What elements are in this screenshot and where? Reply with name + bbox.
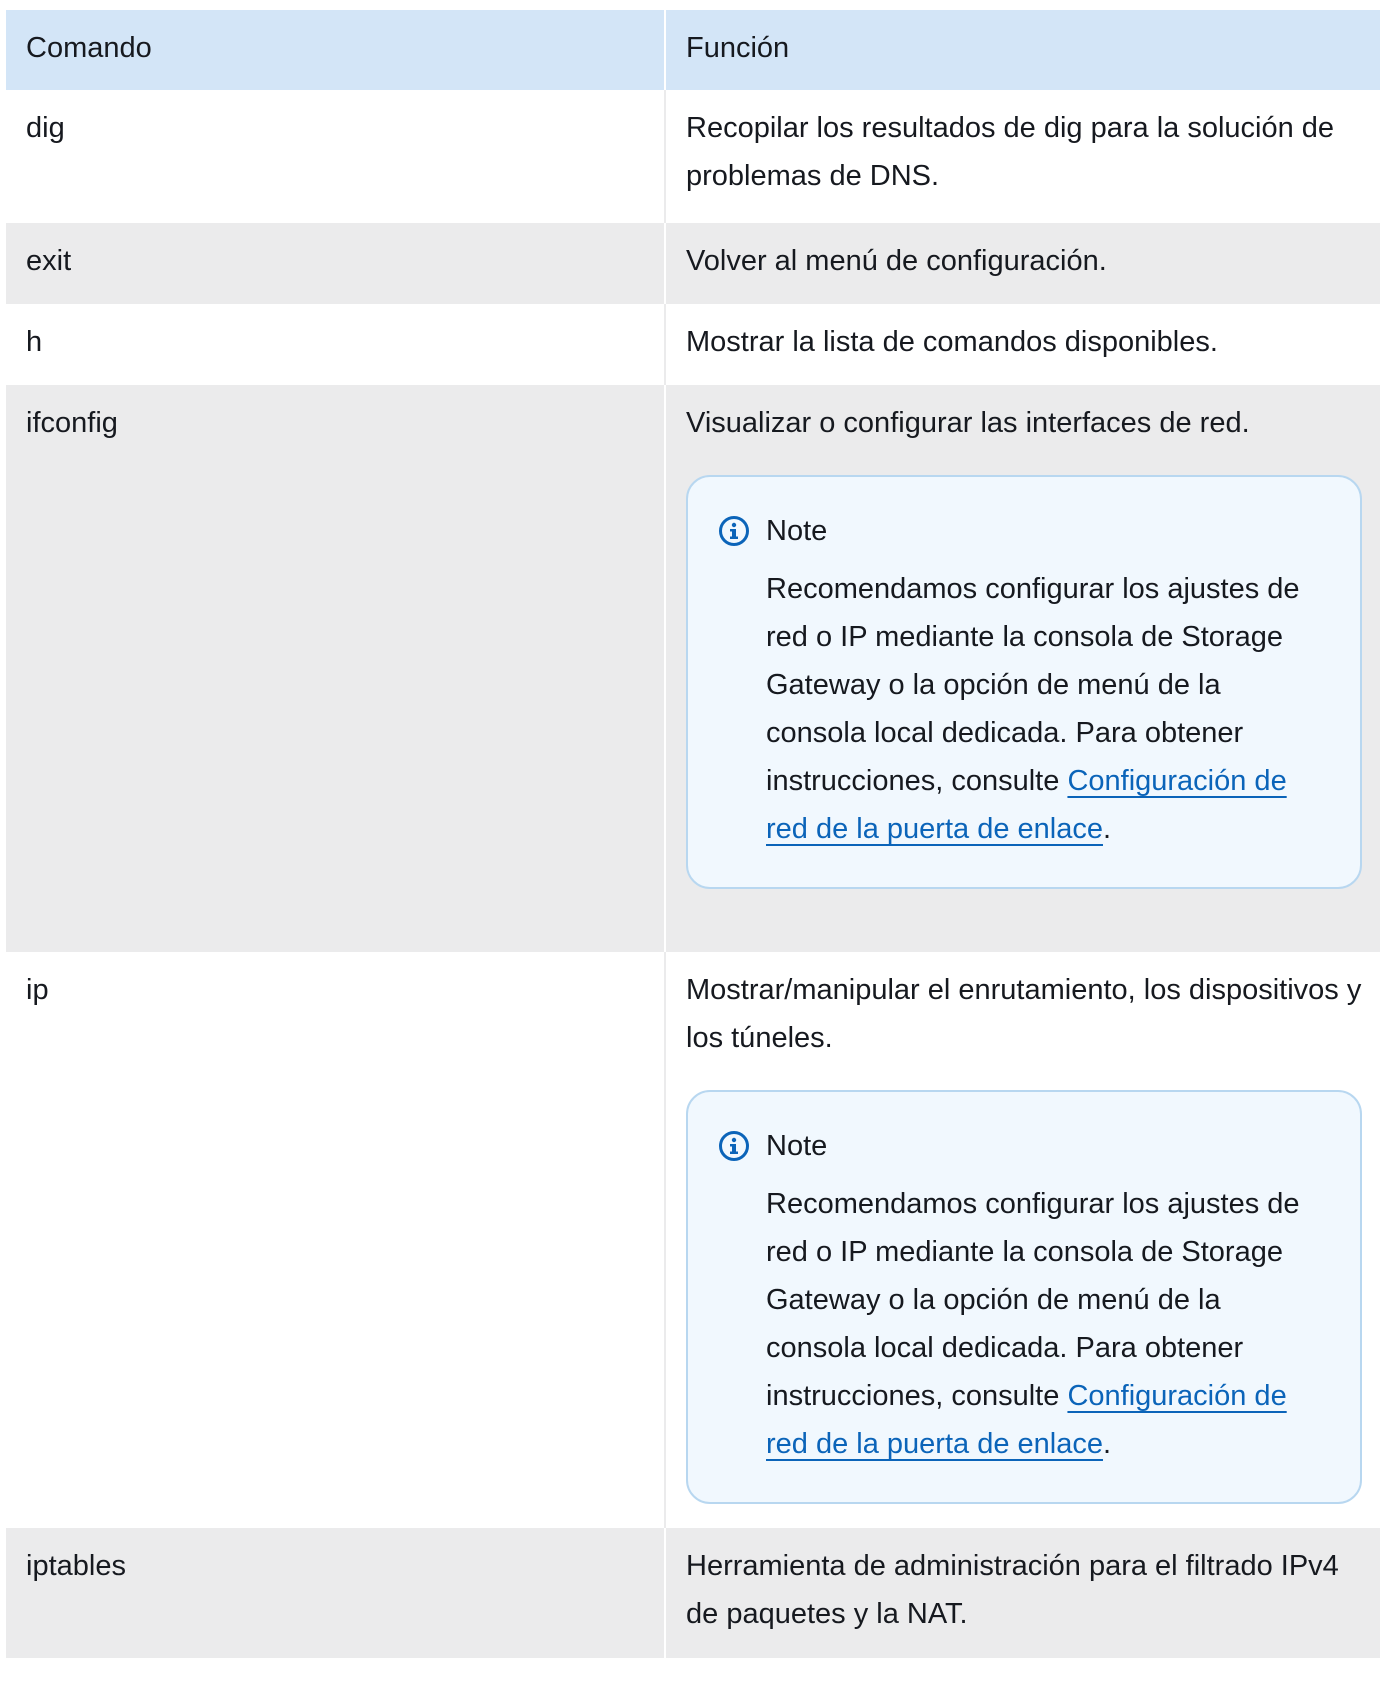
function-text: Mostrar/manipular el enrutamiento, los d… bbox=[686, 974, 1362, 1054]
column-header-function: Función bbox=[664, 10, 1380, 90]
note-trailing: . bbox=[1102, 813, 1112, 845]
column-header-command: Comando bbox=[6, 10, 665, 90]
note-text: Recomendamos configurar los ajustes de r… bbox=[766, 573, 1300, 797]
table-row: exit Volver al menú de configuración. bbox=[6, 223, 1380, 304]
table-row: iptables Herramienta de administración p… bbox=[6, 1528, 1380, 1658]
note-text: Recomendamos configurar los ajustes de r… bbox=[766, 1188, 1300, 1412]
function-cell: Mostrar/manipular el enrutamiento, los d… bbox=[664, 952, 1380, 1528]
table-row: dig Recopilar los resultados de dig para… bbox=[6, 90, 1380, 223]
command-cell: ip bbox=[6, 952, 665, 1528]
command-cell: dig bbox=[6, 90, 665, 223]
function-cell: Volver al menú de configuración. bbox=[664, 223, 1380, 304]
table-row: ip Mostrar/manipular el enrutamiento, lo… bbox=[6, 952, 1380, 1528]
note-header: Note bbox=[718, 1122, 1330, 1170]
function-cell: Herramienta de administración para el fi… bbox=[664, 1528, 1380, 1658]
note-header: Note bbox=[718, 507, 1330, 555]
info-icon bbox=[719, 516, 749, 546]
note-body: Recomendamos configurar los ajustes de r… bbox=[718, 1180, 1330, 1468]
function-text: Visualizar o configurar las interfaces d… bbox=[686, 407, 1250, 439]
table-row: h Mostrar la lista de comandos disponibl… bbox=[6, 304, 1380, 385]
note-box: Note Recomendamos configurar los ajustes… bbox=[686, 475, 1362, 889]
commands-table: Comando Función dig Recopilar los result… bbox=[6, 10, 1380, 1658]
note-trailing: . bbox=[1102, 1428, 1112, 1460]
note-body: Recomendamos configurar los ajustes de r… bbox=[718, 565, 1330, 853]
note-title: Note bbox=[766, 515, 828, 547]
command-cell: iptables bbox=[6, 1528, 665, 1658]
function-cell: Visualizar o configurar las interfaces d… bbox=[664, 385, 1380, 952]
command-cell: ifconfig bbox=[6, 385, 665, 952]
note-title: Note bbox=[766, 1130, 828, 1162]
table-header-row: Comando Función bbox=[6, 10, 1380, 90]
table-row: ifconfig Visualizar o configurar las int… bbox=[6, 385, 1380, 952]
function-cell: Mostrar la lista de comandos disponibles… bbox=[664, 304, 1380, 385]
note-box: Note Recomendamos configurar los ajustes… bbox=[686, 1090, 1362, 1504]
function-cell: Recopilar los resultados de dig para la … bbox=[664, 90, 1380, 223]
command-cell: exit bbox=[6, 223, 665, 304]
info-icon bbox=[719, 1131, 749, 1161]
command-cell: h bbox=[6, 304, 665, 385]
